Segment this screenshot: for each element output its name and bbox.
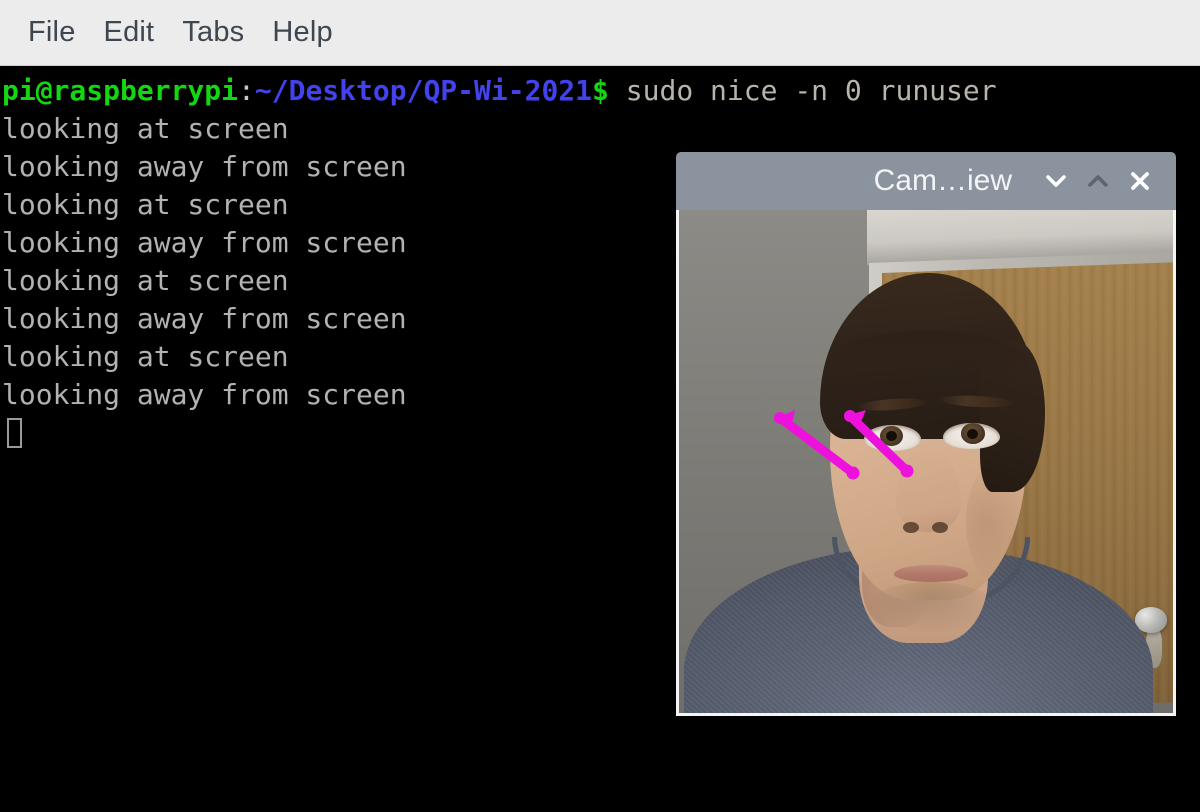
camera-window-title: Cam…iew: [873, 164, 1012, 197]
camera-window-titlebar[interactable]: Cam…iew: [676, 152, 1176, 210]
person-nose: [896, 451, 961, 532]
terminal-prompt-line: pi@raspberrypi:~/Desktop/QP-Wi-2021$ sud…: [2, 72, 1200, 110]
person-chin-shadow: [866, 582, 996, 633]
chevron-down-icon[interactable]: [1036, 161, 1076, 201]
menu-item-edit[interactable]: Edit: [90, 14, 169, 51]
menu-item-file[interactable]: File: [14, 14, 90, 51]
terminal-cursor: [7, 418, 22, 448]
person-nostril-right: [931, 521, 948, 533]
menu-bar: File Edit Tabs Help: [0, 0, 1200, 66]
prompt-user-host: pi@raspberrypi: [2, 74, 239, 107]
camera-feed-image: [679, 210, 1173, 713]
prompt-path: ~/Desktop/QP-Wi-2021: [254, 74, 593, 107]
prompt-separator: :: [238, 74, 255, 107]
person-mouth: [893, 564, 968, 582]
chevron-up-icon[interactable]: [1078, 161, 1118, 201]
camera-preview-window[interactable]: Cam…iew: [676, 152, 1176, 716]
menu-item-tabs[interactable]: Tabs: [168, 14, 258, 51]
menu-item-help[interactable]: Help: [258, 14, 346, 51]
person-nostril-left: [902, 521, 919, 533]
person-eye-left: [864, 425, 922, 452]
person-pupil-right: [967, 428, 978, 439]
camera-viewport: [676, 210, 1176, 716]
close-icon[interactable]: [1120, 161, 1160, 201]
terminal-output-line: looking at screen: [2, 112, 289, 145]
scene-person: [679, 210, 1173, 713]
prompt-symbol: $: [592, 74, 609, 107]
terminal-command: sudo nice -n 0 runuser: [625, 74, 997, 107]
person-eye-right: [943, 422, 1001, 449]
